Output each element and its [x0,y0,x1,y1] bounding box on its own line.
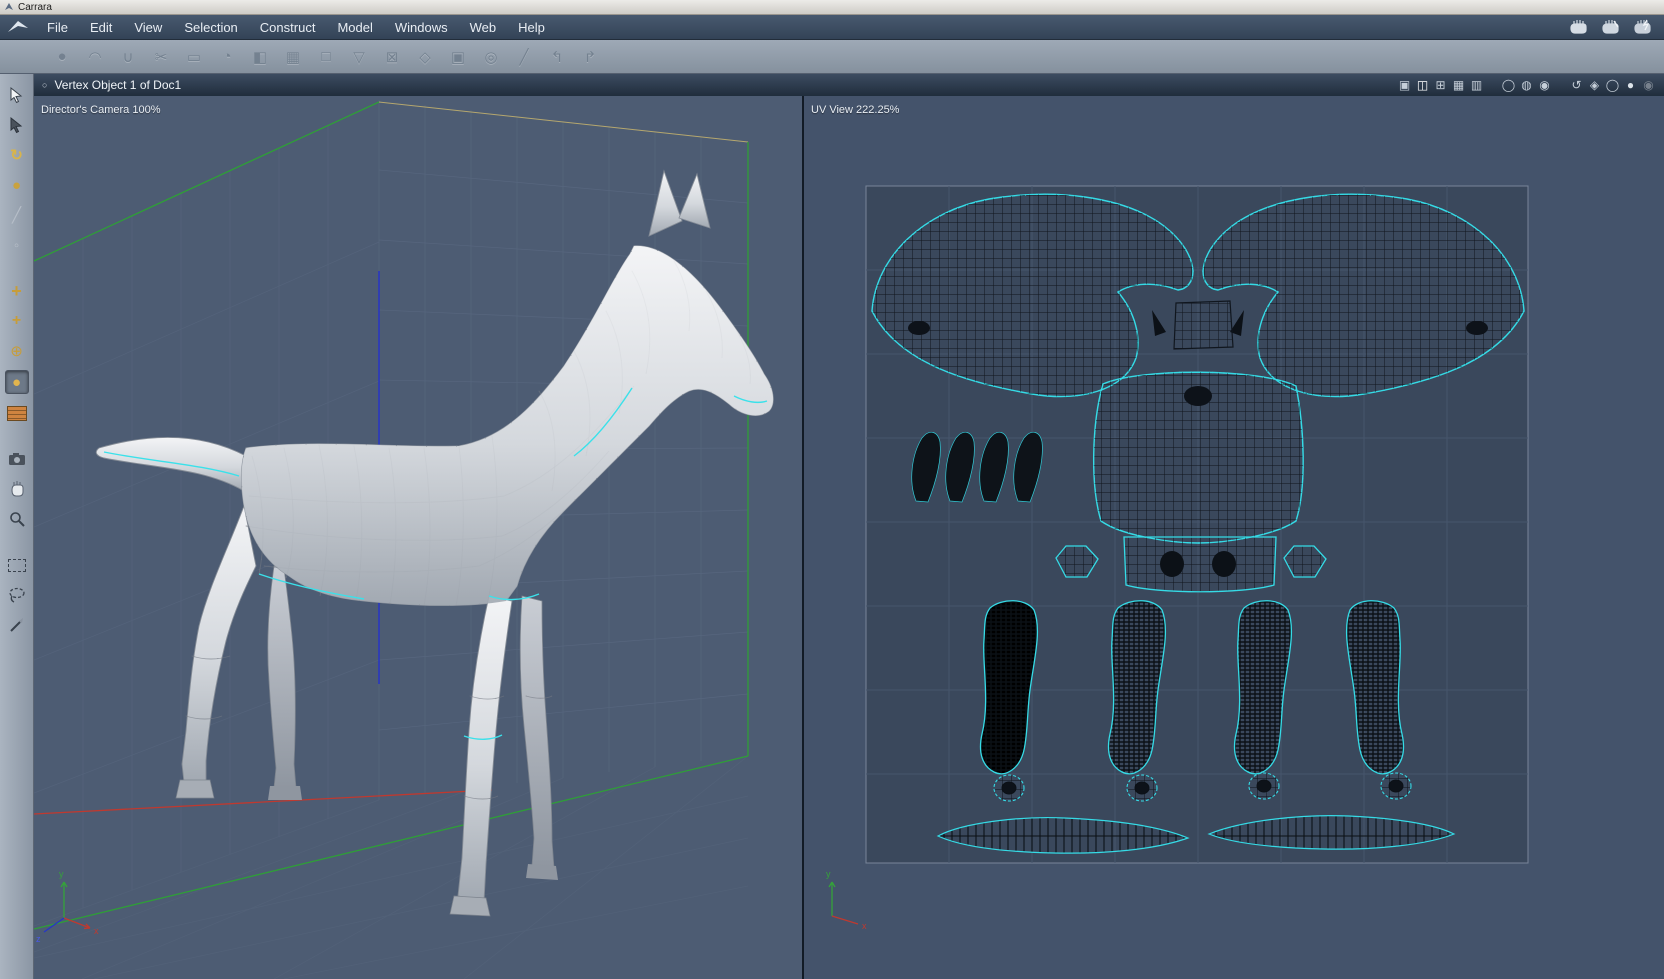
zoom-tool[interactable] [6,508,28,530]
marquee-icon [7,558,26,572]
tool-palette: ↻ ● ╱ ◦ + + ⊕ ● [0,74,34,979]
svg-text:z: z [36,934,41,944]
sweep-right-tool-icon[interactable]: ↱ [580,48,600,66]
menu-web[interactable]: Web [459,15,508,39]
uv-island-neck [1092,370,1305,545]
lasso-select-tool[interactable] [6,584,28,606]
layout-grid-icon[interactable]: ▦ [1451,78,1466,92]
layout-single-icon[interactable]: ▣ [1397,78,1412,92]
line-tool-icon[interactable]: ╱ [514,48,534,66]
camera-viewport-canvas[interactable]: y x z [34,96,802,979]
bricks-icon [6,405,27,421]
shaded-wire-mode-icon[interactable]: ◍ [1519,78,1534,92]
bounding-box-icon[interactable]: ◈ [1587,78,1602,92]
sphere-low-icon[interactable]: ◯ [1605,78,1620,92]
window-title: Carrara [18,1,52,13]
viewport-controls: ▣ ◫ ⊞ ▦ ▥ ◯ ◍ ◉ ↺ ◈ ◯ ● ◉ [1397,74,1656,96]
sphere-high-icon[interactable]: ● [1623,78,1638,92]
layout-hsplit-icon[interactable]: ▥ [1469,78,1484,92]
layout-vsplit-icon[interactable]: ◫ [1415,78,1430,92]
move-tool[interactable]: + [6,280,28,302]
rotate-tool[interactable]: ↻ [6,144,28,166]
virtual-trackball-tool[interactable]: ● [6,174,28,196]
texture-brick-tool[interactable] [6,402,28,424]
layout-quad-icon[interactable]: ⊞ [1433,78,1448,92]
cone-tool-icon[interactable]: ▽ [349,48,369,66]
line-tool[interactable]: ╱ [6,204,28,226]
room-selector [1568,15,1652,39]
menu-selection[interactable]: Selection [173,15,248,39]
scale-tool[interactable]: + [6,310,28,332]
menu-edit[interactable]: Edit [79,15,123,39]
sphere-textured-icon[interactable]: ◉ [1641,78,1656,92]
target-tool-icon[interactable]: ◎ [481,48,501,66]
menu-construct[interactable]: Construct [249,15,327,39]
menu-file[interactable]: File [36,15,79,39]
scissors-tool-icon[interactable]: ✂ [151,48,171,66]
uv-island-bar [1123,536,1277,593]
uv-viewport-label: UV View 222.25% [811,104,900,116]
uv-viewport-canvas[interactable]: y x [804,96,1664,979]
sphere-tool-icon[interactable]: ● [52,48,72,65]
document-header: ○ Vertex Object 1 of Doc1 ▣ ◫ ⊞ ▦ ▥ ◯ ◍ … [34,74,1664,96]
magnet-tool-icon[interactable]: ∪ [118,48,138,66]
uv-island-top-rect [1173,300,1234,350]
wireframe-mode-icon[interactable]: ◯ [1501,78,1516,92]
axis-constraint-tool[interactable]: ⊕ [6,340,28,362]
arc-tool-icon[interactable]: ◠ [85,48,105,66]
camera-viewport-label: Director's Camera 100% [41,104,161,116]
svg-text:y: y [59,869,64,879]
plane-tool-icon[interactable]: ▭ [184,48,204,66]
window-titlebar: Carrara [0,0,1664,15]
svg-text:x: x [94,926,99,936]
direct-select-tool[interactable] [6,114,28,136]
uv-viewport[interactable]: UV View 222.25% y x [804,96,1664,979]
texture-room-icon[interactable] [1600,19,1620,35]
menu-help[interactable]: Help [507,15,556,39]
menu-view[interactable]: View [123,15,173,39]
dome-tool-icon[interactable]: ◔ [217,48,237,65]
menu-model[interactable]: Model [326,15,383,39]
select-tool[interactable] [6,84,28,106]
carrara-logo-icon [8,21,28,32]
cube-tool-icon[interactable]: □ [316,48,336,65]
svg-text:y: y [826,869,831,879]
menu-bar: File Edit View Selection Construct Model… [0,15,1664,40]
assemble-room-icon[interactable] [1568,19,1588,35]
camera-tool[interactable] [6,448,28,470]
modeling-toolbar: ● ◠ ∪ ✂ ▭ ◔ ◧ ▦ □ ▽ ⊠ ◇ ▣ ◎ ╱ ↰ ↱ [0,40,1664,74]
viewport-container: Director's Camera 100% y x z UV View 222… [34,96,1664,979]
app-logo-icon [5,3,13,10]
grid-tool-icon[interactable]: ▦ [283,48,303,66]
camera-viewport[interactable]: Director's Camera 100% y x z [34,96,804,979]
sweep-left-tool-icon[interactable]: ↰ [547,48,567,66]
half-shell-tool-icon[interactable]: ◧ [250,48,270,66]
eyedropper-tool[interactable]: ◦ [6,234,28,256]
document-bullet-icon: ○ [42,80,48,90]
pan-hand-tool[interactable] [6,478,28,500]
uv-projection-tool[interactable]: ● [4,370,29,394]
menu-windows[interactable]: Windows [384,15,459,39]
render-room-icon[interactable] [1632,19,1652,35]
knife-tool[interactable] [6,614,28,636]
document-title: Vertex Object 1 of Doc1 [54,78,182,92]
fill-face-tool-icon[interactable]: ▣ [448,48,468,66]
marquee-select-tool[interactable] [6,554,28,576]
svg-text:x: x [862,921,867,931]
diamond-tool-icon[interactable]: ◇ [415,48,435,66]
shaded-mode-icon[interactable]: ◉ [1537,78,1552,92]
document-area: ○ Vertex Object 1 of Doc1 ▣ ◫ ⊞ ▦ ▥ ◯ ◍ … [34,74,1664,979]
delete-face-tool-icon[interactable]: ⊠ [382,48,402,66]
reset-view-icon[interactable]: ↺ [1569,78,1584,92]
